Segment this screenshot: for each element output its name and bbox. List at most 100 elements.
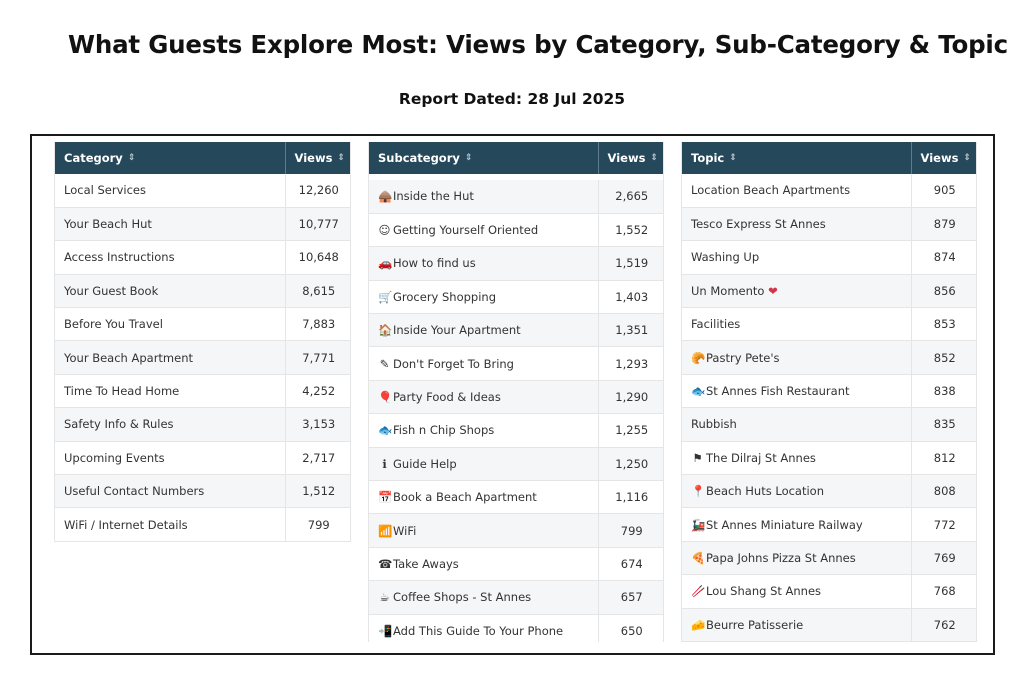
views-header-label: Views [920,151,959,165]
table-row[interactable]: 🚗How to find us 1,519 [369,246,663,281]
views-value: 3,153 [302,417,336,432]
category-table-header: Category ⇕ Views ⇕ [55,142,350,174]
views-value: 1,290 [615,390,649,405]
table-row[interactable]: Washing Up 874 [682,240,976,275]
topic-views-column-header[interactable]: Views ⇕ [911,142,976,174]
row-icon: 🐟 [378,423,393,438]
table-row[interactable]: 🍕Papa Johns Pizza St Annes 769 [682,541,976,576]
table-row[interactable]: Access Instructions 10,648 [55,240,350,275]
label-cell: 📲Add This Guide To Your Phone [369,614,599,642]
views-cell: 835 [911,407,976,442]
subcategory-column-header[interactable]: Subcategory ⇕ [369,142,599,174]
views-value: 838 [933,384,956,399]
table-row[interactable]: Upcoming Events 2,717 [55,441,350,476]
table-row[interactable]: 🛖Inside the Hut 2,665 [369,180,663,214]
topic-table-panel: Topic ⇕ Views ⇕ Location Beach Apartments 9… [681,142,977,642]
label-cell: 📍Beach Huts Location [682,474,912,509]
table-row[interactable]: ☕ Coffee Shops - St Annes 657 [369,580,663,615]
views-cell: 768 [911,574,976,609]
subcategory-views-column-header[interactable]: Views ⇕ [598,142,663,174]
table-row[interactable]: ☺ Getting Yourself Oriented 1,552 [369,213,663,248]
table-row[interactable]: WiFi / Internet Details 799 [55,507,350,542]
table-row[interactable]: 🐟St Annes Fish Restaurant 838 [682,374,976,409]
views-cell: 874 [911,240,976,275]
row-icon: ℹ [382,456,387,471]
table-row[interactable]: Your Beach Apartment 7,771 [55,340,350,375]
label-cell: ☺ Getting Yourself Oriented [369,213,599,248]
views-header-label: Views [294,151,333,165]
table-row[interactable]: Time To Head Home 4,252 [55,374,350,409]
views-value: 874 [933,250,956,265]
table-row[interactable]: ✎ Don't Forget To Bring 1,293 [369,346,663,381]
row-label: St Annes Fish Restaurant [706,384,850,399]
views-cell: 7,771 [285,340,350,375]
row-label: The Dilraj St Annes [706,450,816,465]
row-icon: 🚂 [691,517,706,532]
row-label: How to find us [393,256,476,271]
row-label: Before You Travel [64,317,163,332]
table-row[interactable]: Safety Info & Rules 3,153 [55,407,350,442]
table-row[interactable]: 📅Book a Beach Apartment 1,116 [369,480,663,515]
table-row[interactable]: 🛒Grocery Shopping 1,403 [369,280,663,315]
table-row[interactable]: 📲Add This Guide To Your Phone 650 [369,614,663,642]
table-row[interactable]: Local Services 12,260 [55,174,350,208]
table-row[interactable]: 🚂St Annes Miniature Railway 772 [682,507,976,542]
table-row[interactable]: Your Beach Hut 10,777 [55,207,350,242]
label-cell: Upcoming Events [55,441,286,476]
table-row[interactable]: 📍Beach Huts Location 808 [682,474,976,509]
views-cell: 799 [285,507,350,542]
label-cell: 🚂St Annes Miniature Railway [682,507,912,542]
label-cell: ☕ Coffee Shops - St Annes [369,580,599,615]
table-row[interactable]: 📶WiFi 799 [369,513,663,548]
sort-icon: ⇕ [337,153,345,163]
label-cell: Access Instructions [55,240,286,275]
table-row[interactable]: 🥢Lou Shang St Annes 768 [682,574,976,609]
views-value: 769 [933,550,956,565]
row-icon: 🧀 [691,617,706,632]
views-cell: 1,552 [598,213,663,248]
row-label: Don't Forget To Bring [393,356,514,371]
table-row[interactable]: ℹ Guide Help 1,250 [369,447,663,482]
table-row[interactable]: ⚑ The Dilraj St Annes 812 [682,441,976,476]
sort-icon: ⇕ [963,153,971,163]
row-label: Your Beach Hut [64,217,152,232]
label-cell: 🧀Beurre Patisserie [682,608,912,642]
label-cell: ✎ Don't Forget To Bring [369,346,599,381]
row-icon: ☕ [379,590,390,605]
table-row[interactable]: Un Momento ❤ 856 [682,274,976,309]
views-cell: 650 [598,614,663,642]
views-cell: 2,717 [285,441,350,476]
table-row[interactable]: Your Guest Book 8,615 [55,274,350,309]
views-cell: 1,293 [598,346,663,381]
views-cell: 10,777 [285,207,350,242]
views-cell: 853 [911,307,976,342]
sort-icon: ⇕ [127,153,136,163]
table-row[interactable]: Before You Travel 7,883 [55,307,350,342]
table-row[interactable]: Rubbish 835 [682,407,976,442]
table-row[interactable]: 🏠Inside Your Apartment 1,351 [369,313,663,348]
views-value: 1,351 [615,323,649,338]
label-cell: 🐟St Annes Fish Restaurant [682,374,912,409]
category-column-header[interactable]: Category ⇕ [55,142,286,174]
row-label: Party Food & Ideas [393,390,501,405]
table-row[interactable]: 🎈Party Food & Ideas 1,290 [369,380,663,415]
views-cell: 879 [911,207,976,242]
row-label: WiFi / Internet Details [64,517,188,532]
table-row[interactable]: Useful Contact Numbers 1,512 [55,474,350,509]
table-row[interactable]: 🐟Fish n Chip Shops 1,255 [369,413,663,448]
label-cell: Washing Up [682,240,912,275]
row-label: Safety Info & Rules [64,417,174,432]
row-label: Papa Johns Pizza St Annes [706,550,856,565]
row-label: WiFi [393,523,417,538]
table-row[interactable]: Facilities 853 [682,307,976,342]
views-cell: 838 [911,374,976,409]
label-cell: Your Beach Hut [55,207,286,242]
topic-column-header[interactable]: Topic ⇕ [682,142,912,174]
table-row[interactable]: ☎Take Aways 674 [369,547,663,582]
category-views-column-header[interactable]: Views ⇕ [285,142,350,174]
row-label: Location Beach Apartments [691,183,851,198]
table-row[interactable]: 🥐Pastry Pete's 852 [682,340,976,375]
table-row[interactable]: 🧀Beurre Patisserie 762 [682,608,976,642]
table-row[interactable]: Location Beach Apartments 905 [682,174,976,208]
table-row[interactable]: Tesco Express St Annes 879 [682,207,976,242]
